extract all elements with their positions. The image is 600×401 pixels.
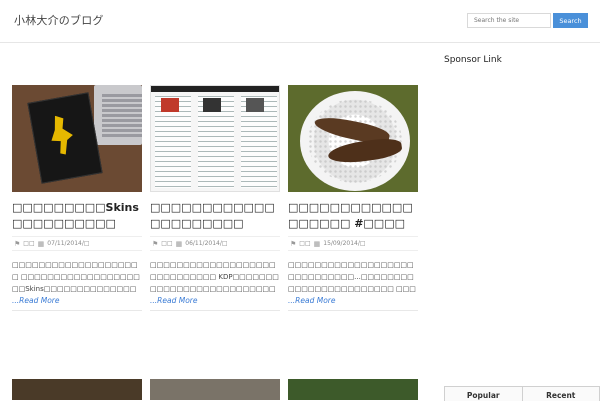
search-button[interactable]: Search	[553, 13, 588, 28]
sidebar-title: Sponsor Link	[444, 55, 502, 65]
calendar-icon: ▦	[314, 240, 321, 248]
post-thumbnail[interactable]	[288, 379, 418, 400]
post-meta: ⚑ □□ ▦ 06/11/2014/□	[150, 236, 280, 251]
site-title[interactable]: 小林大介のブログ	[14, 12, 104, 28]
calendar-icon: ▦	[176, 240, 183, 248]
read-more-link[interactable]: ...Read More	[288, 295, 418, 306]
post-thumbnail[interactable]	[150, 85, 280, 192]
search-input[interactable]	[467, 13, 551, 28]
divider	[12, 310, 142, 311]
tab-popular[interactable]: Popular	[444, 387, 522, 401]
image-shape	[203, 98, 221, 112]
divider	[288, 310, 418, 311]
post-category[interactable]: □□	[299, 240, 310, 247]
read-more-link[interactable]: ...Read More	[150, 295, 280, 306]
post-thumbnail[interactable]	[150, 379, 280, 400]
post-excerpt: □□□□□□□□□□□□□□□□□□□□□□□□□□□□□ KDP□□□□□□□…	[150, 259, 280, 295]
post-thumbnail[interactable]	[12, 85, 142, 192]
divider	[150, 310, 280, 311]
tag-icon: ⚑	[14, 240, 20, 248]
tag-icon: ⚑	[152, 240, 158, 248]
post-category[interactable]: □□	[161, 240, 172, 247]
post-card: □□□□□□□□□□□□□□□□□□ #□□□□ ⚑ □□ ▦ 15/09/20…	[288, 85, 418, 311]
calendar-icon: ▦	[38, 240, 45, 248]
post-card: □□□□□□□□□Skins□□□□□□□□□□ ⚑ □□ ▦ 07/11/20…	[12, 85, 142, 311]
post-title[interactable]: □□□□□□□□□Skins□□□□□□□□□□	[12, 200, 142, 232]
post-excerpt: □□□□□□□□□□□□□□□□□□□□□□□□□□□□□...□□□□□□□□…	[288, 259, 418, 295]
image-shape	[246, 98, 264, 112]
post-date: 15/09/2014/□	[323, 240, 365, 247]
post-thumbnail[interactable]	[12, 379, 142, 400]
read-more-link[interactable]: ...Read More	[12, 295, 142, 306]
browser-bar-shape	[151, 86, 280, 92]
post-category[interactable]: □□	[23, 240, 34, 247]
post-meta: ⚑ □□ ▦ 15/09/2014/□	[288, 236, 418, 251]
tab-recent[interactable]: Recent	[522, 387, 600, 401]
site-header: 小林大介のブログ Search	[0, 0, 600, 43]
post-meta: ⚑ □□ ▦ 07/11/2014/□	[12, 236, 142, 251]
post-date: 07/11/2014/□	[47, 240, 89, 247]
tag-icon: ⚑	[290, 240, 296, 248]
sidebar-tabs: Popular Recent	[444, 386, 600, 401]
post-date: 06/11/2014/□	[185, 240, 227, 247]
post-card: □□□□□□□□□□□□□□□□□□□□□ ⚑ □□ ▦ 06/11/2014/…	[150, 85, 280, 311]
post-excerpt: □□□□□□□□□□□□□□□□□□□□ □□□□□□□□□□□□□□□□□□□…	[12, 259, 142, 295]
post-thumbnail[interactable]	[288, 85, 418, 192]
keyboard-shape	[102, 93, 142, 137]
image-shape	[161, 98, 179, 112]
post-title[interactable]: □□□□□□□□□□□□□□□□□□ #□□□□	[288, 200, 418, 232]
post-title[interactable]: □□□□□□□□□□□□□□□□□□□□□	[150, 200, 280, 232]
